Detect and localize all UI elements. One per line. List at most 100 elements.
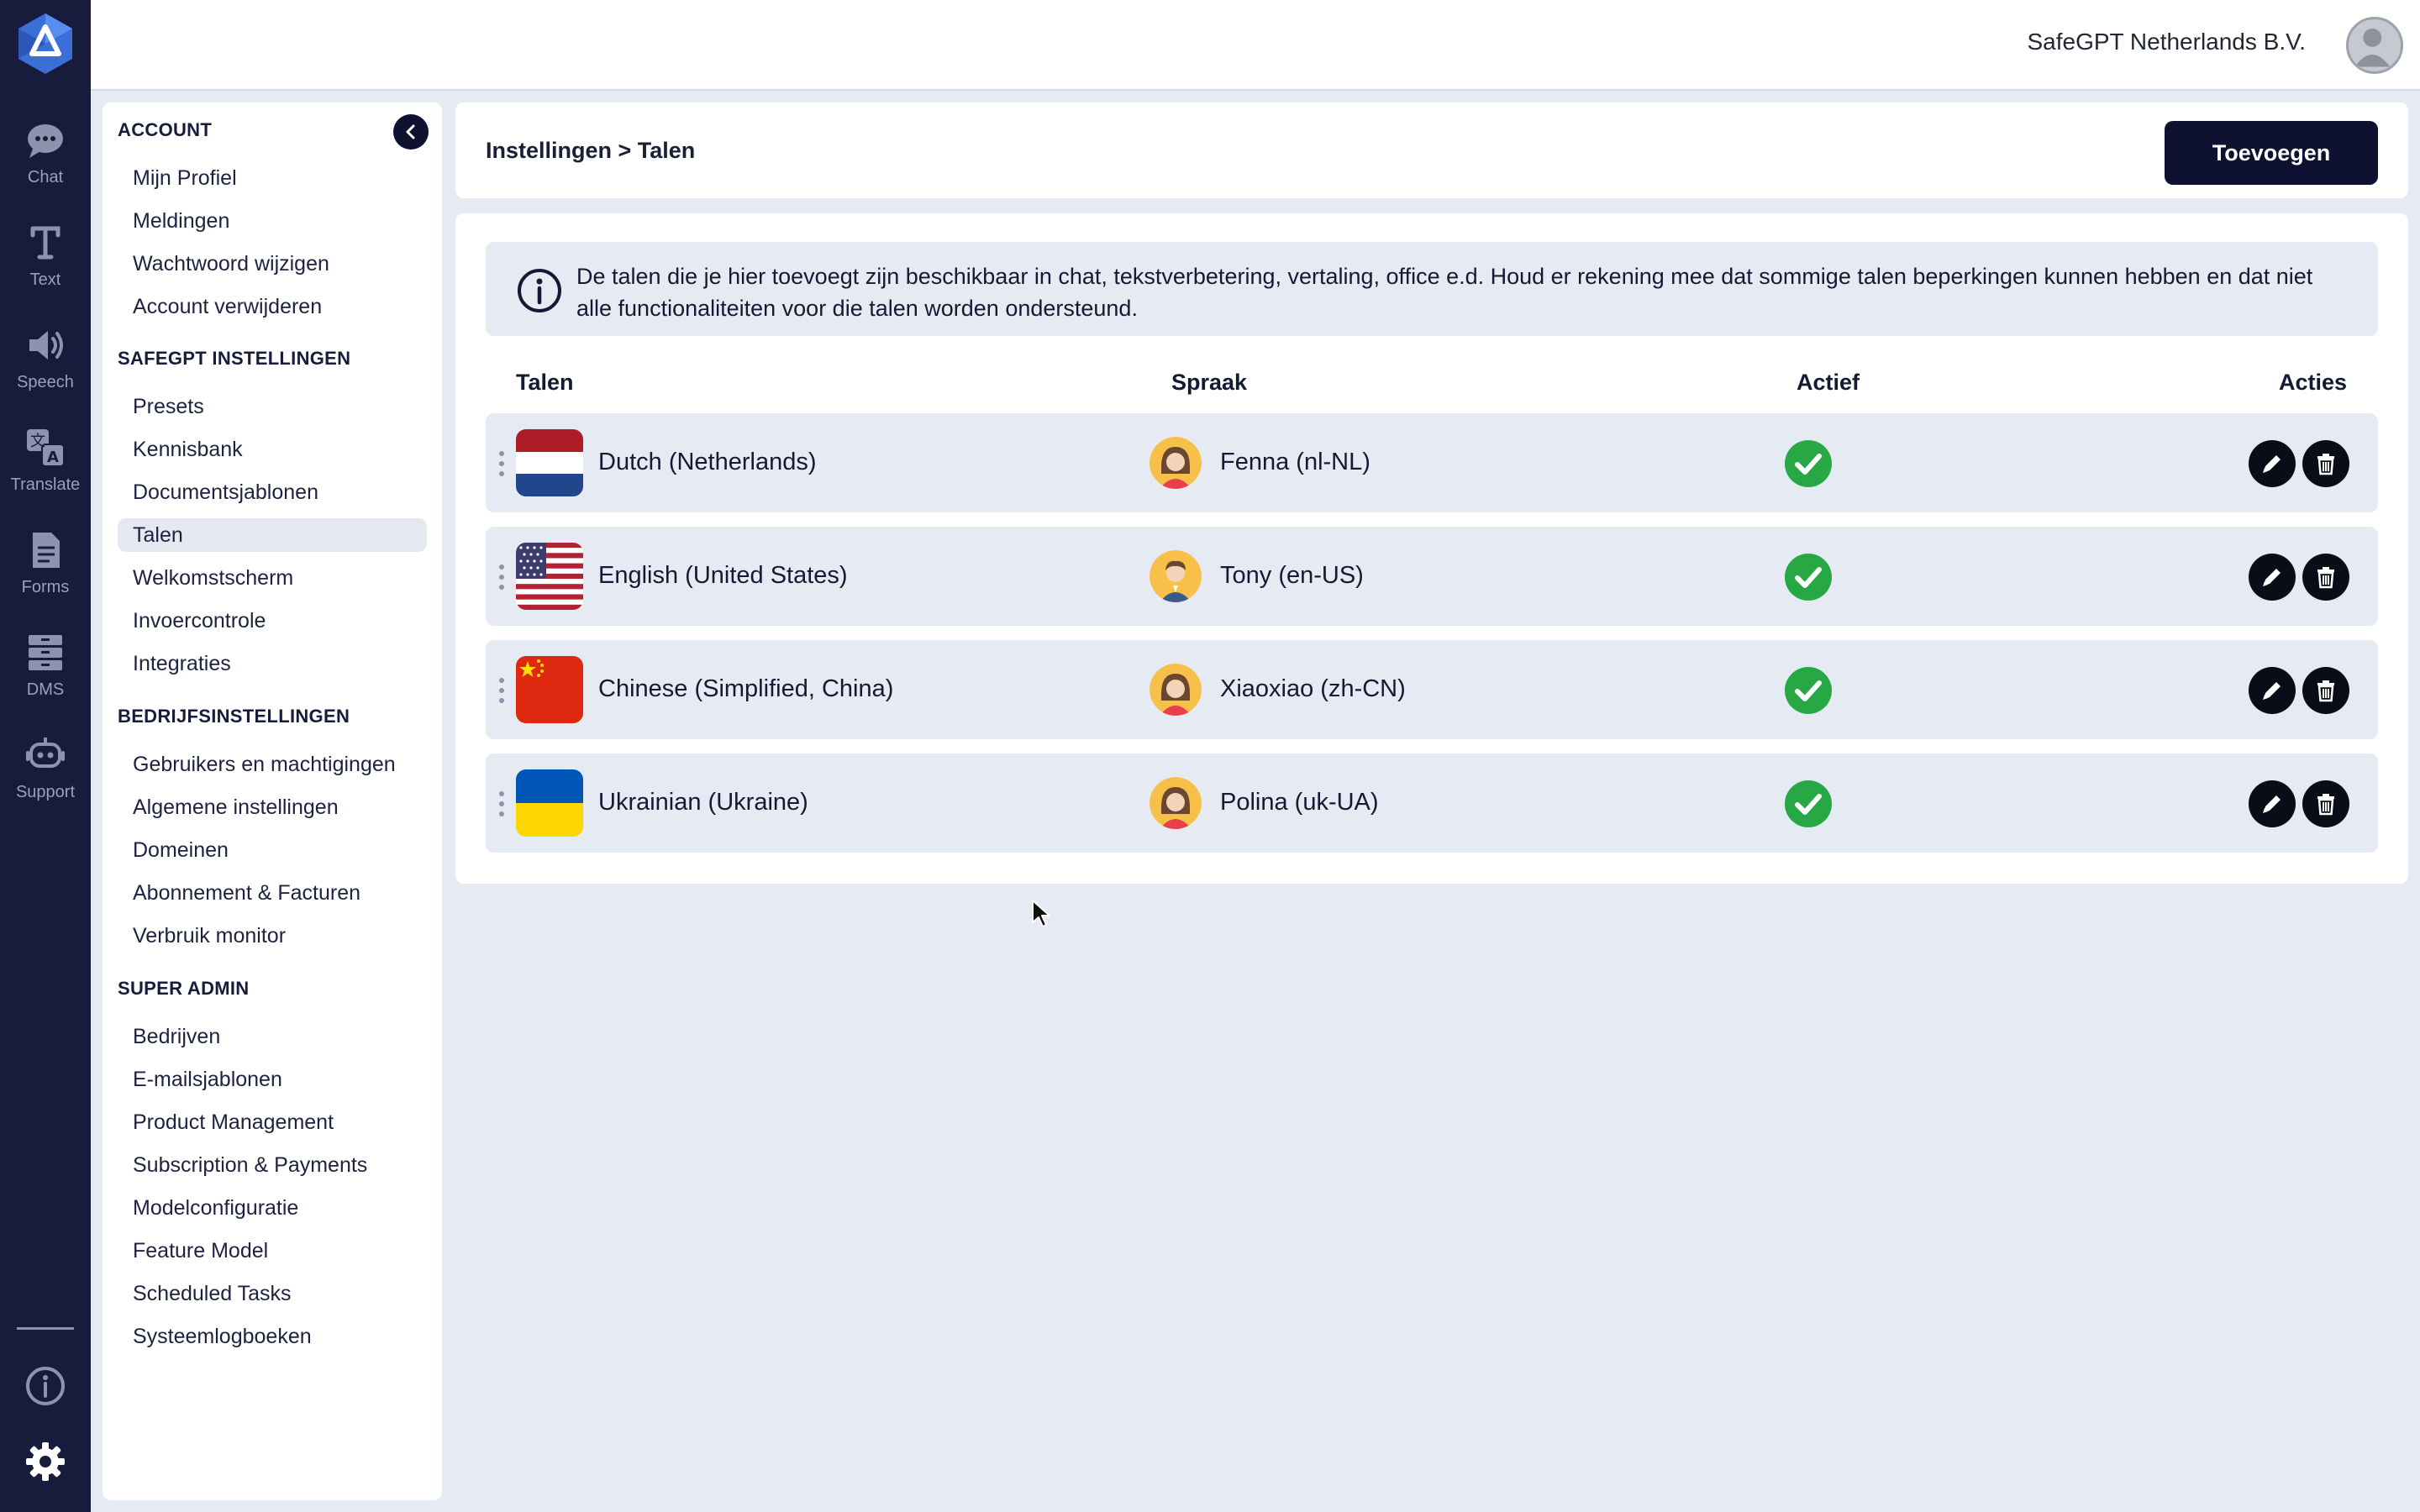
female-avatar-icon <box>1150 437 1202 489</box>
sidebar-item-invoercontrole[interactable]: Invoercontrole <box>118 604 427 638</box>
drag-handle-icon[interactable] <box>497 790 506 817</box>
sidebar-item-e-mailsjablonen[interactable]: E-mailsjablonen <box>118 1063 427 1096</box>
language-name: Chinese (Simplified, China) <box>598 675 894 702</box>
rail-item-speech[interactable]: Speech <box>0 324 91 408</box>
rail-info-button[interactable] <box>20 1361 71 1411</box>
trash-icon <box>2317 567 2334 589</box>
sidebar-item-welkomstscherm[interactable]: Welkomstscherm <box>118 561 427 595</box>
page-header: Instellingen > Talen Toevoegen <box>455 102 2408 198</box>
translate-icon: 文 A <box>27 429 65 467</box>
rail-settings-button[interactable] <box>20 1436 71 1487</box>
info-banner: De talen die je hier toevoegt zijn besch… <box>486 242 2378 336</box>
trash-icon <box>2317 454 2334 475</box>
rail-item-chat[interactable]: Chat <box>0 119 91 203</box>
table-row: English (United States) Tony (en-US) <box>486 527 2378 626</box>
user-avatar-icon[interactable] <box>2346 17 2403 74</box>
female-avatar-icon <box>1150 664 1202 716</box>
rail-label: Chat <box>27 168 64 186</box>
edit-button[interactable] <box>2249 554 2296 601</box>
check-circle-icon <box>1785 780 1832 827</box>
drag-handle-icon[interactable] <box>497 677 506 704</box>
sidebar-item-bedrijven[interactable]: Bedrijven <box>118 1020 427 1053</box>
sidebar-item-gebruikers-en-machtigingen[interactable]: Gebruikers en machtigingen <box>118 748 427 781</box>
table-row: Ukrainian (Ukraine) Polina (uk-UA) <box>486 753 2378 853</box>
column-header-actief: Actief <box>1797 370 1860 395</box>
netherlands-flag-icon <box>516 429 583 496</box>
sidebar-item-modelconfiguratie[interactable]: Modelconfiguratie <box>118 1191 427 1225</box>
edit-button[interactable] <box>2249 780 2296 827</box>
delete-button[interactable] <box>2302 780 2349 827</box>
chat-bubble-icon <box>28 124 63 158</box>
sidebar-item-account-verwijderen[interactable]: Account verwijderen <box>118 290 427 323</box>
sidebar-item-systeemlogboeken[interactable]: Systeemlogboeken <box>118 1320 427 1353</box>
mouse-cursor-icon <box>1032 900 1050 927</box>
sidebar-item-kennisbank[interactable]: Kennisbank <box>118 433 427 466</box>
sidebar-item-meldingen[interactable]: Meldingen <box>118 204 427 238</box>
rail-item-text[interactable]: Text <box>0 222 91 306</box>
column-header-acties: Acties <box>2279 370 2348 395</box>
svg-text:A: A <box>47 449 59 466</box>
drag-handle-icon[interactable] <box>497 450 506 477</box>
female-avatar-icon <box>1150 777 1202 829</box>
languages-panel: De talen die je hier toevoegt zijn besch… <box>455 213 2408 884</box>
sidebar-item-feature-model[interactable]: Feature Model <box>118 1234 427 1268</box>
sidebar-item-wachtwoord-wijzigen[interactable]: Wachtwoord wijzigen <box>118 247 427 281</box>
trash-icon <box>2317 794 2334 816</box>
voice-name: Fenna (nl-NL) <box>1220 449 1370 475</box>
sidebar-item-algemene-instellingen[interactable]: Algemene instellingen <box>118 790 427 824</box>
check-circle-icon <box>1785 554 1832 601</box>
add-language-button[interactable]: Toevoegen <box>2165 121 2378 185</box>
sidebar-item-subscription-payments[interactable]: Subscription & Payments <box>118 1148 427 1182</box>
delete-button[interactable] <box>2302 440 2349 487</box>
edit-button[interactable] <box>2249 440 2296 487</box>
voice-name: Xiaoxiao (zh-CN) <box>1220 675 1406 702</box>
sidebar-item-scheduled-tasks[interactable]: Scheduled Tasks <box>118 1277 427 1310</box>
check-circle-icon <box>1785 667 1832 714</box>
delete-button[interactable] <box>2302 667 2349 714</box>
check-circle-icon <box>1785 440 1832 487</box>
delete-button[interactable] <box>2302 554 2349 601</box>
edit-button[interactable] <box>2249 667 2296 714</box>
pencil-icon <box>2263 682 2281 700</box>
column-header-talen: Talen <box>516 370 574 395</box>
chevron-left-icon <box>406 124 415 139</box>
section-title-super-admin: SUPER ADMIN <box>118 978 250 999</box>
sidebar-item-integraties[interactable]: Integraties <box>118 647 427 680</box>
sidebar-item-documentsjablonen[interactable]: Documentsjablonen <box>118 475 427 509</box>
info-circle-icon <box>518 269 561 312</box>
rail-item-forms[interactable]: Forms <box>0 529 91 613</box>
usa-flag-icon <box>516 543 583 610</box>
language-name: Dutch (Netherlands) <box>598 449 817 475</box>
rail-label: DMS <box>26 680 65 699</box>
icon-rail: Chat Text Speech 文 A Translate Forms DMS… <box>0 0 91 1512</box>
table-row: Dutch (Netherlands) Fenna (nl-NL) <box>486 413 2378 512</box>
ukraine-flag-icon <box>516 769 583 837</box>
pencil-icon <box>2263 795 2281 813</box>
rail-item-support[interactable]: Support <box>0 734 91 818</box>
language-name: English (United States) <box>598 562 848 589</box>
gear-icon <box>26 1442 65 1481</box>
sidebar-item-verbruik-monitor[interactable]: Verbruik monitor <box>118 919 427 953</box>
drag-handle-icon[interactable] <box>497 564 506 591</box>
collapse-sidebar-button[interactable] <box>393 114 429 150</box>
sidebar-item-presets[interactable]: Presets <box>118 390 427 423</box>
forms-icon <box>33 533 60 568</box>
sidebar-item-talen[interactable]: Talen <box>118 518 427 552</box>
trash-icon <box>2317 680 2334 702</box>
info-text: De talen die je hier toevoegt zijn besch… <box>576 264 2313 321</box>
sidebar-item-mijn-profiel[interactable]: Mijn Profiel <box>118 161 427 195</box>
top-bar: SafeGPT Netherlands B.V. <box>91 0 2420 91</box>
sidebar-item-domeinen[interactable]: Domeinen <box>118 833 427 867</box>
voice-name: Tony (en-US) <box>1220 562 1364 589</box>
info-icon <box>26 1367 65 1405</box>
rail-label: Translate <box>10 475 81 494</box>
rail-item-translate[interactable]: 文 A Translate <box>0 427 91 511</box>
pencil-icon <box>2263 455 2281 473</box>
app-logo-icon[interactable] <box>12 10 79 77</box>
sidebar-item-product-management[interactable]: Product Management <box>118 1105 427 1139</box>
svg-text:文: 文 <box>30 433 45 450</box>
speaker-icon <box>29 331 63 360</box>
sidebar-item-abonnement-facturen[interactable]: Abonnement & Facturen <box>118 876 427 910</box>
text-icon <box>30 226 60 260</box>
rail-item-dms[interactable]: DMS <box>0 632 91 716</box>
